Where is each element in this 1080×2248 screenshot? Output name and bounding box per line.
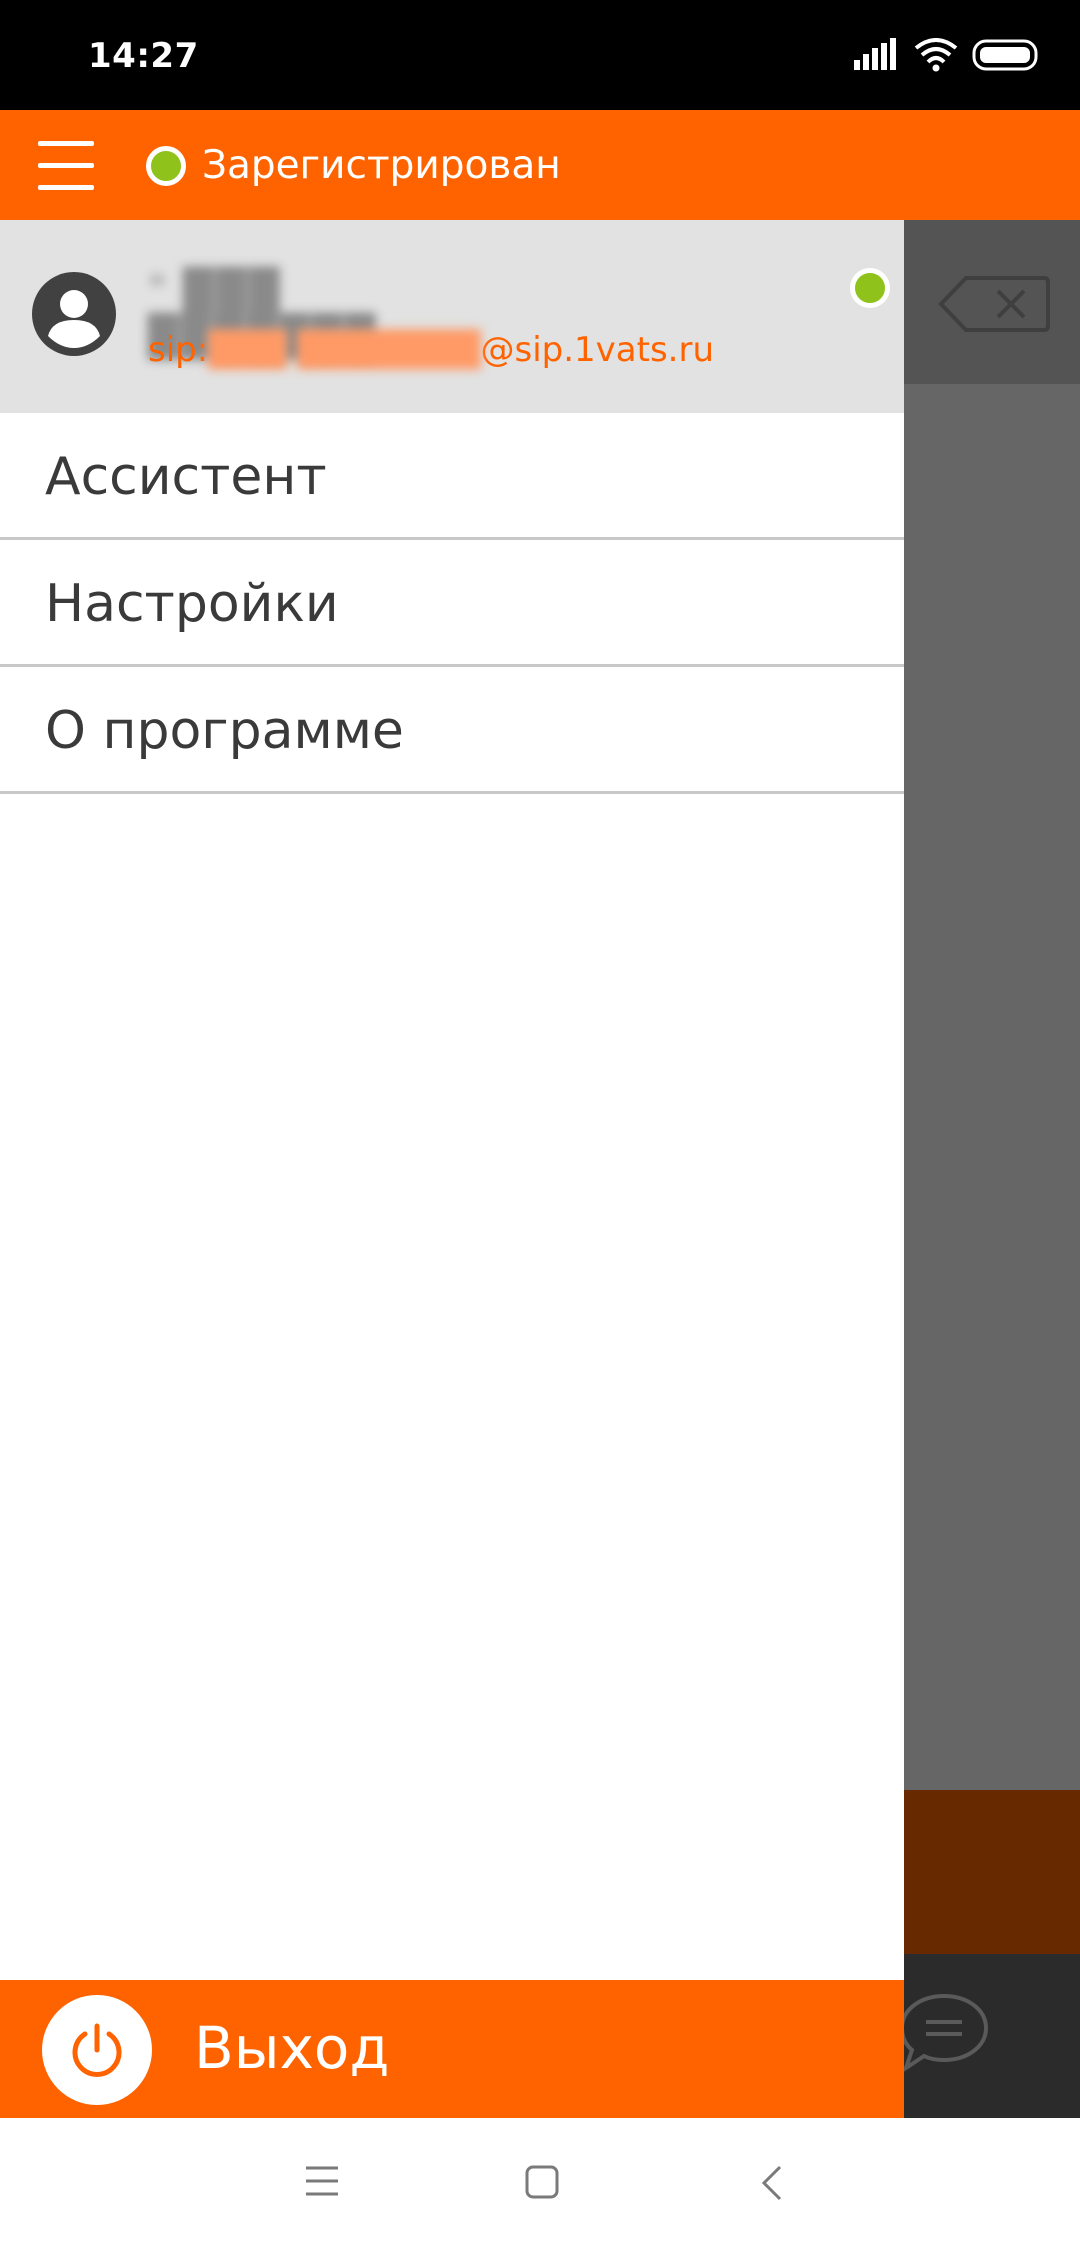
battery-icon (972, 39, 1038, 71)
system-nav-bar (0, 2118, 1080, 2248)
app-bar: Зарегистрирован (0, 110, 1080, 220)
status-bar: 14:27 (0, 0, 1080, 110)
hamburger-menu-icon[interactable] (38, 137, 94, 193)
registration-status-text: Зарегистрирован (202, 143, 561, 188)
sip-domain: @sip.1vats.ru (480, 330, 715, 370)
online-status-indicator (850, 268, 890, 308)
menu-item-settings[interactable]: Настройки (0, 540, 904, 667)
menu-item-label: Настройки (45, 574, 339, 634)
exit-label: Выход (194, 2014, 390, 2082)
recent-apps-icon[interactable] (304, 2164, 340, 2198)
user-name: " ███ ███████ (148, 268, 468, 360)
user-avatar-icon (32, 272, 116, 356)
app-screen: 14:27 Зарегистрирован " ███ ███████ sip:… (0, 0, 1080, 2248)
wifi-icon (914, 38, 958, 72)
sip-masked-number: ███ ███████ (208, 330, 481, 370)
backspace-icon (938, 276, 1050, 332)
dialer-body (904, 384, 1080, 1790)
registration-status-indicator (146, 146, 186, 186)
sip-address: sip: ███ ███████@sip.1vats.ru (148, 330, 714, 370)
menu-item-about[interactable]: О программе (0, 667, 904, 794)
sip-prefix: sip: (148, 330, 209, 370)
navigation-drawer: " ███ ███████ sip: ███ ███████@sip.1vats… (0, 220, 904, 2118)
menu-item-label: Ассистент (45, 447, 327, 507)
power-icon (72, 2023, 122, 2077)
menu-item-assistant[interactable]: Ассистент (0, 413, 904, 540)
drawer-menu: Ассистент Настройки О программе (0, 413, 904, 794)
back-icon[interactable] (760, 2164, 784, 2202)
account-header[interactable]: " ███ ███████ sip: ███ ███████@sip.1vats… (0, 220, 904, 413)
signal-icon (854, 38, 896, 70)
status-time: 14:27 (88, 36, 199, 76)
menu-item-label: О программе (45, 701, 404, 761)
call-bar (904, 1790, 1080, 1954)
chat-icon (899, 1993, 989, 2073)
exit-button[interactable]: Выход (0, 1980, 904, 2118)
power-button[interactable] (42, 1995, 152, 2105)
home-icon[interactable] (524, 2164, 560, 2200)
